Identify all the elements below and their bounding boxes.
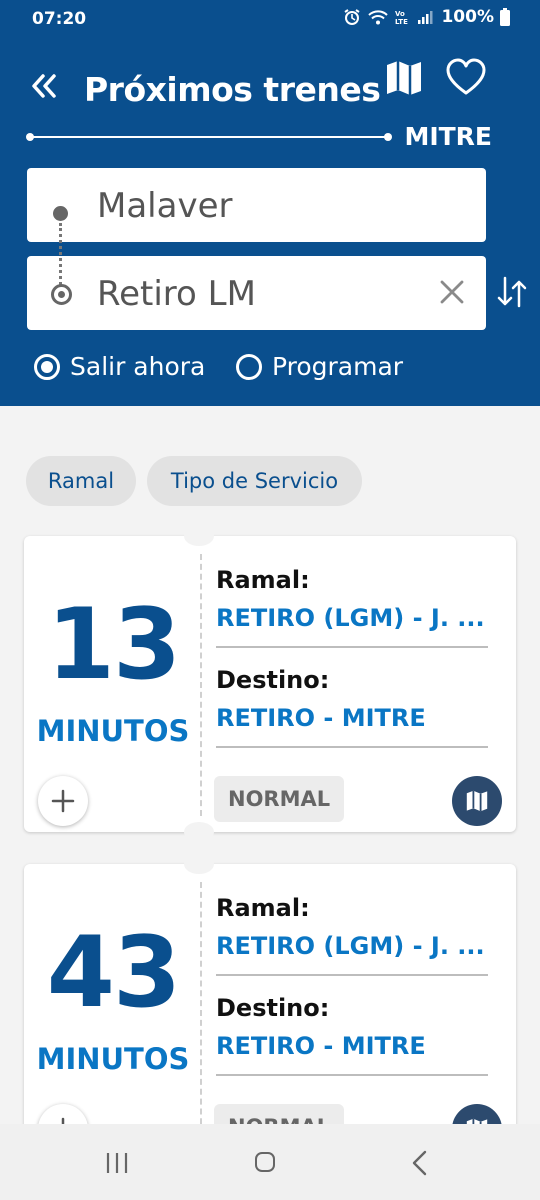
filter-chip-ramal[interactable]: Ramal xyxy=(26,456,136,506)
origin-station: Malaver xyxy=(97,186,233,226)
home-icon[interactable] xyxy=(255,1152,275,1172)
destino-value: RETIRO - MITRE xyxy=(216,1032,426,1060)
line-indicator xyxy=(26,128,396,146)
minutes-unit: MINUTOS xyxy=(36,1042,190,1076)
option-salir-ahora[interactable]: Salir ahora xyxy=(34,352,205,381)
map-icon[interactable] xyxy=(384,58,424,98)
destino-label: Destino: xyxy=(216,994,330,1022)
destino-label: Destino: xyxy=(216,666,330,694)
option-label: Programar xyxy=(272,352,404,381)
page-title: Próximos trenes xyxy=(84,70,381,109)
route-connector xyxy=(59,223,62,285)
system-nav-bar xyxy=(0,1124,540,1200)
radio-unselected-icon[interactable] xyxy=(236,353,262,380)
recents-icon[interactable] xyxy=(104,1150,130,1176)
wifi-icon xyxy=(368,10,389,25)
back-double-chevron-icon[interactable] xyxy=(30,72,58,100)
nav-back-icon[interactable] xyxy=(410,1150,430,1176)
status-time: 07:20 xyxy=(32,9,87,29)
battery-percent: 100% xyxy=(441,7,494,27)
minutes-value: 13 xyxy=(46,588,181,702)
ramal-label: Ramal: xyxy=(216,894,310,922)
swap-icon[interactable] xyxy=(496,274,528,310)
destination-station: Retiro LM xyxy=(97,274,256,314)
service-badge: NORMAL xyxy=(214,776,345,822)
status-bar: 07:20 Vo LTE 100% xyxy=(0,0,540,38)
line-name: MITRE xyxy=(404,122,492,151)
origin-marker xyxy=(53,206,68,221)
destination-marker xyxy=(51,284,72,305)
destination-field[interactable]: Retiro LM xyxy=(27,256,486,330)
filter-chip-tipo-servicio[interactable]: Tipo de Servicio xyxy=(147,456,362,506)
origin-field[interactable]: Malaver xyxy=(27,168,486,242)
heart-icon[interactable] xyxy=(446,58,486,98)
minutes-unit: MINUTOS xyxy=(36,714,190,748)
ramal-value: RETIRO (LGM) - J. ... xyxy=(216,604,485,632)
destino-value: RETIRO - MITRE xyxy=(216,704,426,732)
alarm-icon xyxy=(344,9,361,25)
signal-icon xyxy=(418,11,433,24)
minutes-value: 43 xyxy=(46,916,181,1030)
ramal-value: RETIRO (LGM) - J. ... xyxy=(216,932,485,960)
lte-icon: VoLTE xyxy=(395,10,408,26)
ramal-label: Ramal: xyxy=(216,566,310,594)
map-button[interactable] xyxy=(452,776,502,826)
plus-icon xyxy=(51,789,75,813)
svg-text:Vo: Vo xyxy=(395,10,405,18)
map-icon xyxy=(466,790,488,812)
train-card[interactable]: 43 MINUTOS Ramal: RETIRO (LGM) - J. ... … xyxy=(24,854,516,1160)
train-card[interactable]: 13 MINUTOS Ramal: RETIRO (LGM) - J. ... … xyxy=(24,526,516,842)
option-programar[interactable]: Programar xyxy=(236,352,403,381)
radio-selected-icon[interactable] xyxy=(34,353,60,380)
clear-icon[interactable] xyxy=(438,278,466,306)
svg-text:LTE: LTE xyxy=(395,18,408,26)
add-button[interactable] xyxy=(38,776,88,826)
battery-icon xyxy=(500,8,510,26)
header: Próximos trenes MITRE Malaver Retiro LM … xyxy=(0,38,540,406)
option-label: Salir ahora xyxy=(70,352,206,381)
